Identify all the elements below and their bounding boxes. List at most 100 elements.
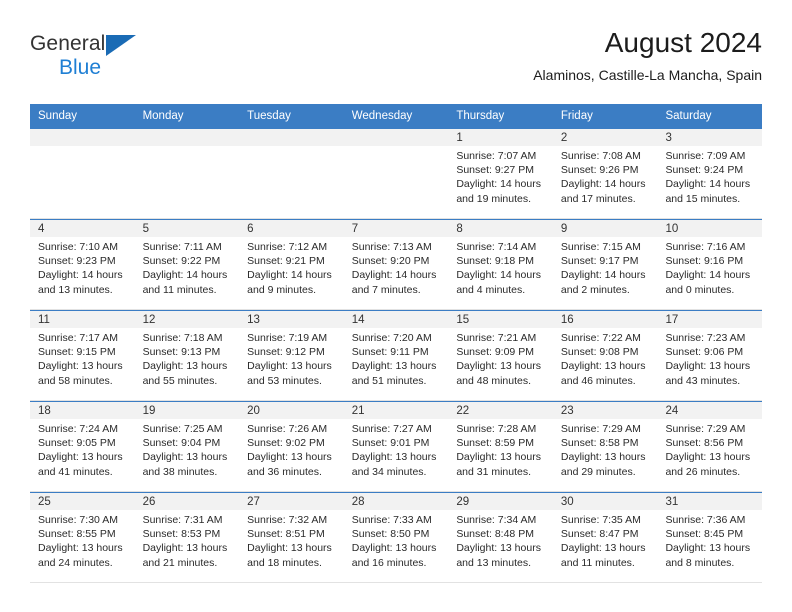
day-number: 6	[239, 220, 344, 237]
day-sun-info: Sunrise: 7:17 AM Sunset: 9:15 PM Daylight:…	[30, 328, 135, 388]
day-number	[239, 129, 344, 146]
calendar-day-cell[interactable]: 29 Sunrise: 7:34 AM Sunset: 8:48 PM Dayligh…	[448, 493, 553, 582]
day-sun-info: Sunrise: 7:30 AM Sunset: 8:55 PM Daylight:…	[30, 510, 135, 570]
day-sun-info: Sunrise: 7:15 AM Sunset: 9:17 PM Daylight:…	[553, 237, 658, 297]
day-number: 8	[448, 220, 553, 237]
sunset-text: Sunset: 8:45 PM	[665, 528, 744, 541]
calendar-day-cell[interactable]: 21 Sunrise: 7:27 AM Sunset: 9:01 PM Dayligh…	[343, 402, 449, 491]
calendar-day-cell[interactable]: 30 Sunrise: 7:35 AM Sunset: 8:47 PM Dayligh…	[552, 493, 658, 582]
calendar-day-cell[interactable]: 13 Sunrise: 7:19 AM Sunset: 9:12 PM Dayligh…	[239, 311, 344, 400]
sunset-text: Sunset: 8:47 PM	[560, 528, 639, 541]
page-subtitle: Alaminos, Castille-La Mancha, Spain	[533, 67, 762, 83]
calendar-day-cell[interactable]: 2 Sunrise: 7:08 AM Sunset: 9:26 PM Daylight…	[552, 129, 658, 218]
day-sun-info: Sunrise: 7:23 AM Sunset: 9:06 PM Daylight:…	[657, 328, 762, 388]
sunrise-text: Sunrise: 7:25 AM	[142, 423, 223, 435]
sunset-text: Sunset: 9:02 PM	[247, 437, 325, 450]
calendar-day-cell[interactable]: 6 Sunrise: 7:12 AM Sunset: 9:21 PM Daylight…	[239, 220, 344, 309]
calendar-day-cell[interactable]: 10 Sunrise: 7:16 AM Sunset: 9:16 PM Dayligh…	[657, 220, 763, 309]
day-number: 25	[30, 493, 135, 510]
calendar-day-cell[interactable]: 1 Sunrise: 7:07 AM Sunset: 9:27 PM Daylight…	[448, 129, 553, 218]
day-sun-info: Sunrise: 7:29 AM Sunset: 8:58 PM Daylight:…	[553, 419, 658, 479]
day-number: 29	[448, 493, 553, 510]
day-number: 27	[239, 493, 344, 510]
day-sun-info: Sunrise: 7:27 AM Sunset: 9:01 PM Daylight:…	[344, 419, 449, 479]
calendar-day-cell[interactable]: 23 Sunrise: 7:29 AM Sunset: 8:58 PM Dayligh…	[552, 402, 658, 491]
calendar-day-cell[interactable]: 15 Sunrise: 7:21 AM Sunset: 9:09 PM Dayligh…	[448, 311, 553, 400]
sunrise-text: Sunrise: 7:24 AM	[38, 423, 118, 435]
sunrise-text: Sunrise: 7:26 AM	[247, 423, 328, 435]
weekday-header-thursday: Thursday	[456, 110, 505, 122]
calendar-day-cell[interactable]: 11 Sunrise: 7:17 AM Sunset: 9:15 PM Dayligh…	[30, 311, 135, 400]
day-sun-info: Sunrise: 7:12 AM Sunset: 9:21 PM Daylight:…	[239, 237, 344, 297]
sunrise-text: Sunrise: 7:34 AM	[456, 514, 537, 526]
calendar-day-cell[interactable]: 9 Sunrise: 7:15 AM Sunset: 9:17 PM Daylight…	[552, 220, 658, 309]
calendar-day-cell[interactable]: 7 Sunrise: 7:13 AM Sunset: 9:20 PM Daylight…	[343, 220, 449, 309]
day-number: 13	[239, 311, 344, 328]
brand-name-secondary: Blue	[59, 56, 102, 79]
daylight-text: Daylight: 14 hours and 13 minutes.	[38, 269, 123, 296]
page-header: General Blue August 2024 Alaminos, Casti…	[30, 26, 762, 96]
daylight-text: Daylight: 14 hours and 15 minutes.	[665, 178, 751, 205]
sunrise-text: Sunrise: 7:36 AM	[665, 514, 746, 526]
daylight-text: Daylight: 13 hours and 8 minutes.	[665, 542, 751, 569]
day-sun-info: Sunrise: 7:19 AM Sunset: 9:12 PM Daylight:…	[239, 328, 344, 388]
sunset-text: Sunset: 8:48 PM	[456, 528, 534, 541]
day-sun-info: Sunrise: 7:08 AM Sunset: 9:26 PM Daylight:…	[553, 146, 658, 206]
day-number: 14	[343, 311, 449, 328]
day-sun-info: Sunrise: 7:29 AM Sunset: 8:56 PM Daylight:…	[657, 419, 762, 479]
day-number: 4	[30, 220, 135, 237]
daylight-text: Daylight: 13 hours and 43 minutes.	[665, 360, 751, 387]
sunrise-text: Sunrise: 7:17 AM	[38, 332, 118, 344]
day-sun-info: Sunrise: 7:26 AM Sunset: 9:02 PM Daylight:…	[239, 419, 344, 479]
sunset-text: Sunset: 8:53 PM	[142, 528, 221, 541]
calendar-day-cell[interactable]: 25 Sunrise: 7:30 AM Sunset: 8:55 PM Dayligh…	[30, 493, 135, 582]
calendar-day-cell[interactable]: 24 Sunrise: 7:29 AM Sunset: 8:56 PM Dayligh…	[657, 402, 763, 491]
daylight-text: Daylight: 13 hours and 34 minutes.	[351, 451, 437, 478]
calendar-day-cell[interactable]: 17 Sunrise: 7:23 AM Sunset: 9:06 PM Dayligh…	[657, 311, 763, 400]
calendar-day-cell[interactable]: 3 Sunrise: 7:09 AM Sunset: 9:24 PM Daylight…	[657, 129, 763, 218]
sunrise-text: Sunrise: 7:29 AM	[665, 423, 746, 435]
daylight-text: Daylight: 14 hours and 7 minutes.	[351, 269, 437, 296]
day-number: 1	[448, 129, 553, 146]
calendar-day-cell[interactable]: 20 Sunrise: 7:26 AM Sunset: 9:02 PM Dayligh…	[239, 402, 344, 491]
day-sun-info: Sunrise: 7:18 AM Sunset: 9:13 PM Daylight:…	[135, 328, 240, 388]
triangle-logo-icon	[106, 35, 136, 56]
calendar-day-cell[interactable]: 19 Sunrise: 7:25 AM Sunset: 9:04 PM Dayligh…	[134, 402, 240, 491]
sunset-text: Sunset: 8:56 PM	[665, 437, 744, 450]
daylight-text: Daylight: 13 hours and 48 minutes.	[456, 360, 541, 387]
calendar-day-cell[interactable]: 4 Sunrise: 7:10 AM Sunset: 9:23 PM Daylight…	[30, 220, 135, 309]
calendar-day-cell[interactable]: 27 Sunrise: 7:32 AM Sunset: 8:51 PM Dayligh…	[239, 493, 344, 582]
brand-logo[interactable]: General Blue	[30, 32, 150, 88]
sunrise-text: Sunrise: 7:28 AM	[456, 423, 537, 435]
calendar-day-cell[interactable]: 31 Sunrise: 7:36 AM Sunset: 8:45 PM Dayligh…	[657, 493, 763, 582]
daylight-text: Daylight: 13 hours and 21 minutes.	[142, 542, 228, 569]
sunset-text: Sunset: 9:24 PM	[665, 164, 744, 177]
day-number	[343, 129, 449, 146]
daylight-text: Daylight: 13 hours and 53 minutes.	[247, 360, 332, 387]
sunset-text: Sunset: 8:50 PM	[351, 528, 430, 541]
calendar-grid: Sunday Monday Tuesday Wednesday Thursday…	[30, 104, 763, 583]
calendar-day-cell[interactable]: 8 Sunrise: 7:14 AM Sunset: 9:18 PM Daylight…	[448, 220, 553, 309]
sunset-text: Sunset: 8:51 PM	[247, 528, 325, 541]
day-number: 3	[657, 129, 763, 146]
day-sun-info: Sunrise: 7:16 AM Sunset: 9:16 PM Daylight:…	[657, 237, 762, 297]
calendar-day-cell[interactable]: 26 Sunrise: 7:31 AM Sunset: 8:53 PM Dayligh…	[134, 493, 240, 582]
calendar-day-cell[interactable]: 28 Sunrise: 7:33 AM Sunset: 8:50 PM Dayligh…	[343, 493, 449, 582]
calendar-day-cell[interactable]: 12 Sunrise: 7:18 AM Sunset: 9:13 PM Dayligh…	[134, 311, 240, 400]
day-sun-info: Sunrise: 7:32 AM Sunset: 8:51 PM Daylight:…	[239, 510, 344, 570]
title-block: August 2024 Alaminos, Castille-La Mancha…	[533, 26, 762, 84]
sunrise-text: Sunrise: 7:10 AM	[38, 241, 118, 253]
calendar-week-row: 4 Sunrise: 7:10 AM Sunset: 9:23 PM Daylight…	[30, 219, 763, 310]
calendar-day-cell[interactable]: 18 Sunrise: 7:24 AM Sunset: 9:05 PM Dayligh…	[30, 402, 135, 491]
calendar-day-cell[interactable]: 22 Sunrise: 7:28 AM Sunset: 8:59 PM Dayligh…	[448, 402, 553, 491]
day-number: 17	[657, 311, 763, 328]
sunrise-text: Sunrise: 7:19 AM	[247, 332, 328, 344]
sunrise-text: Sunrise: 7:14 AM	[456, 241, 537, 253]
weekday-header-saturday: Saturday	[665, 110, 712, 122]
sunrise-text: Sunrise: 7:35 AM	[560, 514, 641, 526]
daylight-text: Daylight: 14 hours and 2 minutes.	[560, 269, 646, 296]
calendar-day-cell[interactable]: 16 Sunrise: 7:22 AM Sunset: 9:08 PM Dayligh…	[552, 311, 658, 400]
calendar-day-cell[interactable]: 14 Sunrise: 7:20 AM Sunset: 9:11 PM Dayligh…	[343, 311, 449, 400]
calendar-day-cell[interactable]: 5 Sunrise: 7:11 AM Sunset: 9:22 PM Daylight…	[134, 220, 240, 309]
sunrise-text: Sunrise: 7:08 AM	[560, 150, 641, 162]
